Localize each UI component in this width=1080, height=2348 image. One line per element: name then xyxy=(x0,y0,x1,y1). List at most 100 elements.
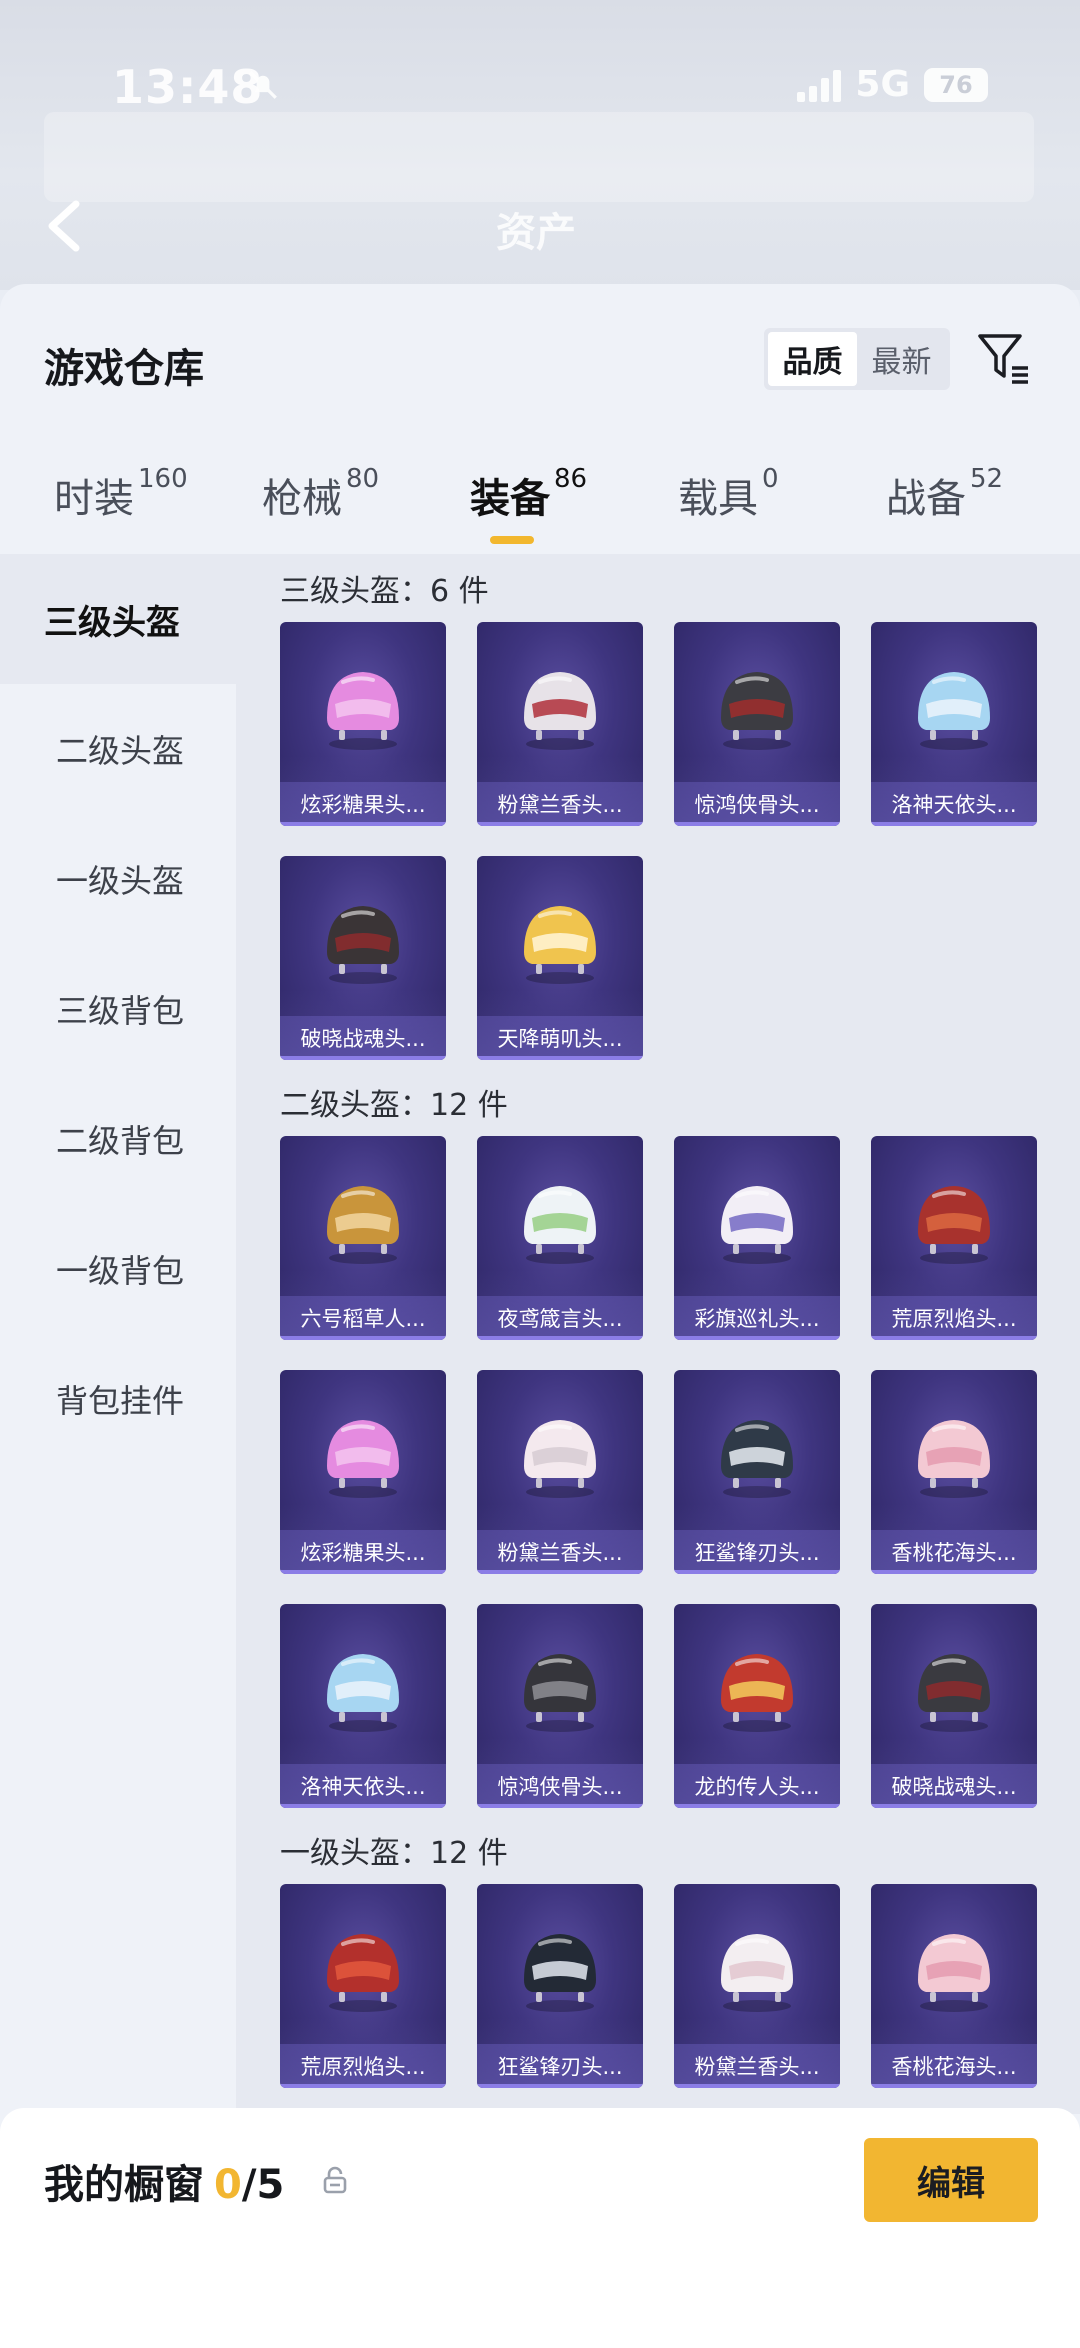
item-name: 狂鲨锋刃头... xyxy=(674,1530,840,1574)
active-tab-indicator xyxy=(490,536,534,544)
background-banner xyxy=(44,112,1034,202)
tab-label: 枪械 xyxy=(262,476,342,522)
battery-icon: 76 xyxy=(924,67,988,102)
item-name: 洛神天依头... xyxy=(280,1764,446,1808)
item-name: 惊鸿侠骨头... xyxy=(477,1764,643,1808)
item-name: 香桃花海头... xyxy=(871,2044,1037,2088)
item-card[interactable]: 天降萌叽头... xyxy=(477,856,643,1060)
item-card[interactable]: 荒原烈焰头... xyxy=(871,1136,1037,1340)
helmet-icon xyxy=(524,1654,596,1732)
item-card[interactable]: 破晓战魂头... xyxy=(280,856,446,1060)
item-card[interactable]: 破晓战魂头... xyxy=(871,1604,1037,1808)
helmet-icon xyxy=(721,1934,793,2012)
helmet-icon xyxy=(524,906,596,984)
item-card[interactable]: 炫彩糖果头... xyxy=(280,1370,446,1574)
item-name: 荒原烈焰头... xyxy=(280,2044,446,2088)
item-card[interactable]: 粉黛兰香头... xyxy=(477,622,643,826)
sidebar-item-level2-backpack[interactable]: 二级背包 xyxy=(0,1074,236,1204)
item-name: 彩旗巡礼头... xyxy=(674,1296,840,1340)
item-name: 狂鲨锋刃头... xyxy=(477,2044,643,2088)
item-name: 破晓战魂头... xyxy=(280,1016,446,1060)
helmet-icon xyxy=(327,1420,399,1498)
section-title: 三级头盔：6 件 xyxy=(280,574,489,609)
item-card[interactable]: 惊鸿侠骨头... xyxy=(477,1604,643,1808)
filter-icon[interactable] xyxy=(974,328,1034,388)
helmet-icon xyxy=(524,1420,596,1498)
helmet-icon xyxy=(327,672,399,750)
sidebar-item-level1-backpack[interactable]: 一级背包 xyxy=(0,1204,236,1334)
item-name: 粉黛兰香头... xyxy=(477,782,643,826)
category-tabs: 时装 160 枪械 80 装备 86 载具 0 战备 52 xyxy=(0,464,1080,546)
item-name: 香桃花海头... xyxy=(871,1530,1037,1574)
item-name: 惊鸿侠骨头... xyxy=(674,782,840,826)
item-card[interactable]: 洛神天依头... xyxy=(871,622,1037,826)
helmet-icon xyxy=(524,1186,596,1264)
lock-icon xyxy=(323,2166,347,2194)
item-name: 粉黛兰香头... xyxy=(674,2044,840,2088)
subcategory-sidebar: 三级头盔 二级头盔 一级头盔 三级背包 二级背包 一级背包 背包挂件 xyxy=(0,554,236,2114)
item-name: 破晓战魂头... xyxy=(871,1764,1037,1808)
tab-label: 装备 xyxy=(470,476,550,522)
status-indicators: 5G 76 xyxy=(797,64,988,105)
helmet-icon xyxy=(918,1186,990,1264)
mute-bell-icon xyxy=(249,71,277,99)
item-card[interactable]: 香桃花海头... xyxy=(871,1370,1037,1574)
item-name: 炫彩糖果头... xyxy=(280,1530,446,1574)
item-card[interactable]: 狂鲨锋刃头... xyxy=(674,1370,840,1574)
sidebar-item-level1-helmet[interactable]: 一级头盔 xyxy=(0,814,236,944)
helmet-icon xyxy=(327,1934,399,2012)
tab-label: 时装 xyxy=(54,476,134,522)
sidebar-item-backpack-charm[interactable]: 背包挂件 xyxy=(0,1334,236,1464)
back-arrow-icon[interactable] xyxy=(40,196,88,256)
tab-count: 86 xyxy=(554,464,588,494)
item-card[interactable]: 粉黛兰香头... xyxy=(674,1884,840,2088)
tab-equipment[interactable]: 装备 86 xyxy=(470,464,588,546)
helmet-icon xyxy=(524,672,596,750)
helmet-icon xyxy=(327,906,399,984)
item-card[interactable]: 夜鸢箴言头... xyxy=(477,1136,643,1340)
edit-button[interactable]: 编辑 xyxy=(864,2138,1038,2222)
item-card[interactable]: 粉黛兰香头... xyxy=(477,1370,643,1574)
tab-count: 0 xyxy=(762,464,779,494)
sidebar-item-level2-helmet[interactable]: 二级头盔 xyxy=(0,684,236,814)
item-name: 夜鸢箴言头... xyxy=(477,1296,643,1340)
item-card[interactable]: 荒原烈焰头... xyxy=(280,1884,446,2088)
sort-latest[interactable]: 最新 xyxy=(857,332,946,386)
sidebar-item-level3-backpack[interactable]: 三级背包 xyxy=(0,944,236,1074)
helmet-icon xyxy=(721,1654,793,1732)
section-title: 二级头盔：12 件 xyxy=(280,1088,508,1123)
item-name: 炫彩糖果头... xyxy=(280,782,446,826)
sidebar-item-level3-helmet[interactable]: 三级头盔 xyxy=(0,554,236,684)
showcase-title: 我的橱窗 0 /5 xyxy=(44,2152,284,2210)
warehouse-sheet: 游戏仓库 品质 最新 时装 160 枪械 80 装备 86 载具 0 战备 52 xyxy=(0,284,1080,2348)
helmet-icon xyxy=(918,1654,990,1732)
item-card[interactable]: 龙的传人头... xyxy=(674,1604,840,1808)
showcase-current: 0 xyxy=(214,2162,242,2208)
item-card[interactable]: 狂鲨锋刃头... xyxy=(477,1884,643,2088)
item-card[interactable]: 炫彩糖果头... xyxy=(280,622,446,826)
sheet-title: 游戏仓库 xyxy=(44,346,204,392)
helmet-icon xyxy=(918,1934,990,2012)
tab-fashion[interactable]: 时装 160 xyxy=(54,464,188,546)
item-name: 天降萌叽头... xyxy=(477,1016,643,1060)
helmet-icon xyxy=(721,672,793,750)
tab-vehicles[interactable]: 载具 0 xyxy=(678,464,779,546)
item-name: 龙的传人头... xyxy=(674,1764,840,1808)
item-card[interactable]: 惊鸿侠骨头... xyxy=(674,622,840,826)
status-time: 13:48 xyxy=(112,60,264,114)
item-name: 六号稻草人... xyxy=(280,1296,446,1340)
item-card[interactable]: 六号稻草人... xyxy=(280,1136,446,1340)
sort-quality[interactable]: 品质 xyxy=(768,332,857,386)
item-card[interactable]: 香桃花海头... xyxy=(871,1884,1037,2088)
item-card[interactable]: 彩旗巡礼头... xyxy=(674,1136,840,1340)
item-name: 荒原烈焰头... xyxy=(871,1296,1037,1340)
tab-count: 52 xyxy=(970,464,1004,494)
helmet-icon xyxy=(721,1186,793,1264)
tab-battle-prep[interactable]: 战备 52 xyxy=(886,464,1004,546)
tab-guns[interactable]: 枪械 80 xyxy=(262,464,380,546)
tab-label: 战备 xyxy=(886,476,966,522)
tab-count: 80 xyxy=(346,464,380,494)
helmet-icon xyxy=(721,1420,793,1498)
item-card[interactable]: 洛神天依头... xyxy=(280,1604,446,1808)
tab-label: 载具 xyxy=(678,476,758,522)
